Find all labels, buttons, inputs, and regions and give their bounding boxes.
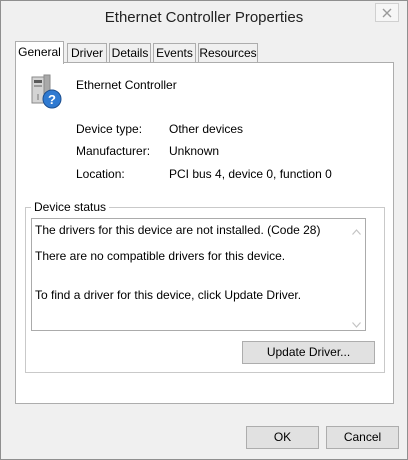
device-type-value: Other devices	[169, 122, 244, 136]
scroll-up-icon[interactable]	[352, 224, 361, 238]
general-tab-panel: ? Ethernet Controller Device type: Other…	[15, 62, 394, 404]
device-status-label: Device status	[31, 200, 110, 214]
scroll-down-icon[interactable]	[352, 317, 361, 331]
close-button[interactable]	[375, 3, 399, 22]
update-driver-button[interactable]: Update Driver...	[242, 341, 375, 364]
location-value: PCI bus 4, device 0, function 0	[169, 167, 332, 181]
tab-events[interactable]: Events	[153, 43, 196, 63]
tab-details[interactable]: Details	[109, 43, 151, 63]
svg-text:?: ?	[48, 92, 56, 107]
device-name: Ethernet Controller	[76, 78, 177, 92]
window-title: Ethernet Controller Properties	[104, 9, 304, 26]
status-line: To find a driver for this device, click …	[35, 288, 302, 302]
cancel-button[interactable]: Cancel	[326, 426, 399, 449]
status-line: The drivers for this device are not inst…	[35, 223, 321, 237]
status-line: There are no compatible drivers for this…	[35, 249, 286, 263]
status-scrollbar[interactable]	[348, 219, 365, 330]
tab-driver[interactable]: Driver	[67, 43, 107, 63]
title-bar[interactable]: Ethernet Controller Properties	[1, 1, 407, 34]
tab-resources[interactable]: Resources	[198, 43, 258, 63]
location-label: Location:	[76, 167, 125, 181]
manufacturer-label: Manufacturer:	[76, 144, 151, 158]
tab-general[interactable]: General	[15, 41, 64, 64]
ok-button[interactable]: OK	[246, 426, 319, 449]
close-icon	[382, 8, 392, 18]
device-type-label: Device type:	[76, 122, 143, 136]
manufacturer-value: Unknown	[169, 144, 220, 158]
properties-dialog: Ethernet Controller Properties General D…	[0, 0, 408, 460]
unknown-device-icon: ?	[28, 73, 62, 109]
device-status-textbox[interactable]: The drivers for this device are not inst…	[31, 218, 366, 331]
